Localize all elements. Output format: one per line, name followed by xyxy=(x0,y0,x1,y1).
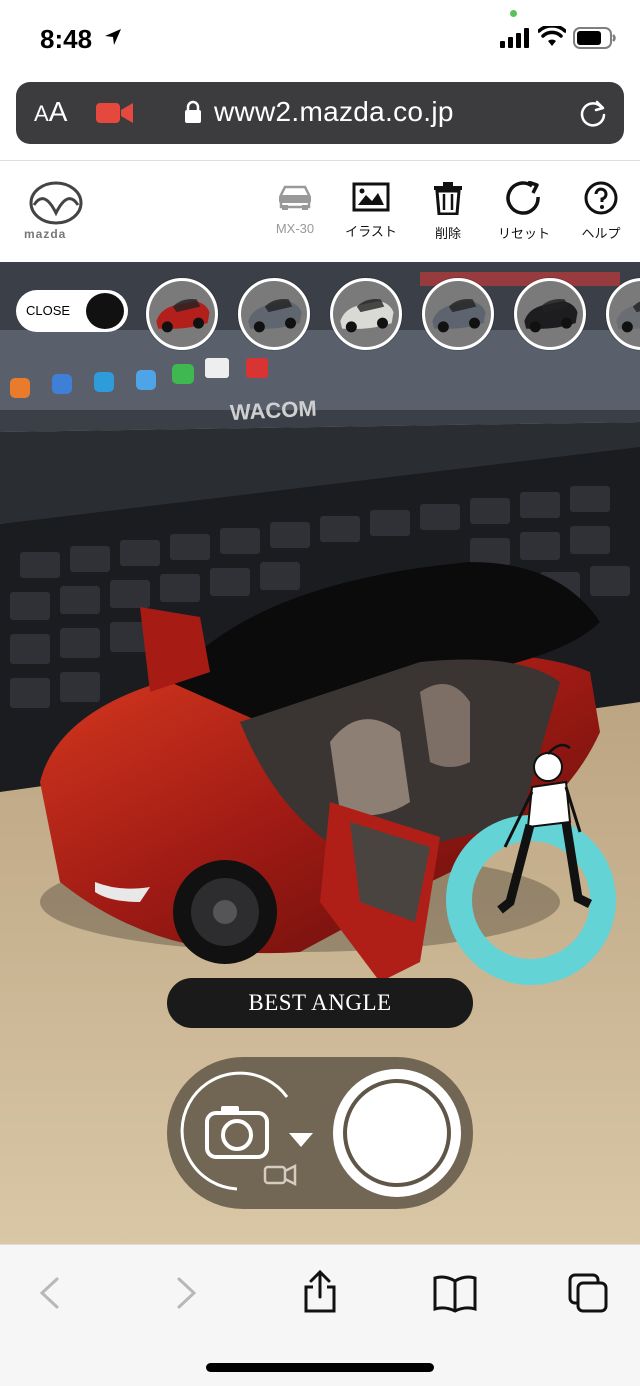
logo-text: mazda xyxy=(24,227,67,241)
color-swatch-3[interactable] xyxy=(330,278,402,350)
reload-icon[interactable] xyxy=(578,98,608,128)
car-thumbnail-icon xyxy=(609,281,640,347)
ar-camera-view[interactable]: WACOM CLOSE BEST ANGLE xyxy=(0,262,640,1244)
help-button[interactable]: ヘルプ xyxy=(561,181,640,242)
car-thumbnail-icon xyxy=(241,281,307,347)
tabs-icon[interactable] xyxy=(566,1271,610,1315)
reset-label: リセット xyxy=(497,226,550,241)
forward-icon[interactable] xyxy=(166,1273,206,1313)
url-text: www2.mazda.co.jp xyxy=(214,96,454,127)
wacom-text: WACOM xyxy=(229,396,317,426)
close-label: CLOSE xyxy=(26,303,71,318)
lock-icon xyxy=(185,100,201,123)
help-label: ヘルプ xyxy=(581,226,621,241)
camera-mode-switch-icon[interactable] xyxy=(177,1067,325,1199)
car-thumbnail-icon xyxy=(333,281,399,347)
wifi-icon xyxy=(538,26,566,46)
camera-recording-icon[interactable] xyxy=(96,100,134,126)
illustration-button[interactable]: イラスト xyxy=(331,181,411,240)
car-thumbnail-icon xyxy=(425,281,491,347)
address-bar[interactable]: AA www2.mazda.co.jp xyxy=(16,82,624,144)
reader-options-button[interactable]: AA xyxy=(34,96,67,128)
browser-bottom-bar xyxy=(0,1244,640,1386)
color-swatch-1[interactable] xyxy=(146,278,218,350)
toggle-knob xyxy=(86,293,124,329)
cellular-signal-icon xyxy=(500,28,529,48)
status-time: 8:48 xyxy=(40,24,93,54)
car-thumbnail-icon xyxy=(517,281,583,347)
camera-in-use-dot xyxy=(510,10,517,17)
bookmarks-icon[interactable] xyxy=(432,1273,478,1313)
delete-label: 削除 xyxy=(434,226,461,241)
model-label: MX-30 xyxy=(275,221,315,236)
battery-icon xyxy=(573,27,616,49)
illustration-label: イラスト xyxy=(345,224,397,239)
browser-address-area: AA www2.mazda.co.jp xyxy=(0,78,640,161)
close-toggle[interactable]: CLOSE xyxy=(16,290,128,332)
home-indicator xyxy=(206,1363,434,1372)
color-swatch-4[interactable] xyxy=(422,278,494,350)
best-angle-button[interactable]: BEST ANGLE xyxy=(167,978,473,1028)
car-thumbnail-icon xyxy=(149,281,215,347)
reset-button[interactable]: リセット xyxy=(484,181,564,242)
model-button[interactable]: MX-30 xyxy=(255,181,335,236)
share-icon[interactable] xyxy=(300,1269,340,1313)
car-icon xyxy=(279,185,311,210)
color-swatch-2[interactable] xyxy=(238,278,310,350)
back-icon[interactable] xyxy=(30,1273,70,1313)
color-swatch-5[interactable] xyxy=(514,278,586,350)
picture-icon xyxy=(352,182,390,212)
camera-controls xyxy=(167,1057,473,1209)
help-icon xyxy=(584,181,618,215)
trash-icon xyxy=(434,182,462,215)
status-bar: 8:48 xyxy=(0,0,640,78)
shutter-button[interactable] xyxy=(333,1069,461,1197)
reset-icon xyxy=(506,181,540,215)
site-toolbar: mazda MX-30 イラスト 削除 リセット ヘルプ xyxy=(0,161,640,262)
location-arrow-icon xyxy=(105,29,121,45)
delete-button[interactable]: 削除 xyxy=(408,181,488,242)
shutter-inner xyxy=(343,1079,451,1187)
